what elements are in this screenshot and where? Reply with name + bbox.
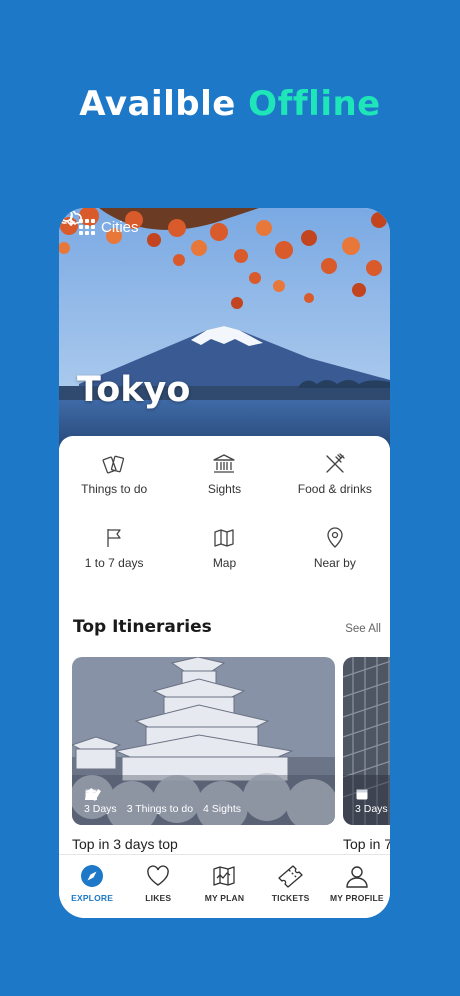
bottom-tab-bar: EXPLORE LIKES MY PLAN TICKETS MY PROFILE (59, 854, 390, 918)
tab-my-plan[interactable]: MY PLAN (192, 863, 256, 903)
itinerary-stats: 3 Days (355, 787, 388, 815)
tab-tickets[interactable]: TICKETS (259, 863, 323, 903)
city-title: Tokyo (77, 370, 191, 410)
tab-label: MY PLAN (204, 893, 245, 903)
heart-icon (146, 863, 170, 889)
compass-icon (80, 863, 104, 889)
tickets-icon (102, 452, 126, 476)
tab-my-profile[interactable]: MY PROFILE (325, 863, 389, 903)
fork-knife-icon (323, 452, 347, 476)
stat-label: 3 Days (84, 803, 117, 815)
tab-label: LIKES (145, 893, 172, 903)
tab-label: EXPLORE (71, 893, 114, 903)
category-grid: Things to do Sights Food & drinks 1 to 7… (59, 452, 390, 570)
stat-sights: 4 Sights (85, 787, 241, 815)
category-sights[interactable]: Sights (169, 452, 279, 496)
user-icon (345, 863, 369, 889)
category-label: Food & drinks (297, 482, 372, 496)
tab-label: TICKETS (271, 893, 310, 903)
stat-label: 3 Things to do (126, 803, 194, 815)
headline-main: Availble (79, 84, 236, 124)
stat-days: 3 Days (355, 787, 388, 815)
category-near-by[interactable]: Near by (280, 526, 390, 570)
category-label: Map (212, 556, 237, 570)
calendar-icon (355, 787, 388, 801)
category-label: 1 to 7 days (84, 556, 144, 570)
itinerary-caption[interactable]: Top in 3 days top (72, 836, 178, 852)
category-days[interactable]: 1 to 7 days (59, 526, 169, 570)
category-food-drinks[interactable]: Food & drinks (280, 452, 390, 496)
flag-icon (102, 526, 126, 550)
stat-label: 4 Sights (203, 803, 241, 815)
category-label: Things to do (81, 482, 148, 496)
itinerary-stats: 3 Days 3 Things to do 4 Sights (84, 787, 241, 815)
itinerary-caption[interactable]: Top in 7 (343, 836, 390, 852)
itinerary-card[interactable]: 3 Days 3 Things to do 4 Sights (72, 657, 335, 825)
landmark-icon (85, 787, 241, 801)
location-pin-icon (323, 526, 347, 550)
tickets-icon (85, 787, 193, 801)
stat-label: 3 Days (355, 803, 388, 815)
map-icon (212, 526, 236, 550)
category-label: Near by (313, 556, 356, 570)
stat-things-to-do: 3 Things to do (85, 787, 194, 815)
tab-likes[interactable]: LIKES (126, 863, 190, 903)
category-things-to-do[interactable]: Things to do (59, 452, 169, 496)
cities-label: Cities (101, 218, 139, 236)
headline-accent: Offline (248, 84, 381, 124)
promo-headline: Availble Offline (0, 84, 460, 124)
category-map[interactable]: Map (169, 526, 279, 570)
category-label: Sights (207, 482, 242, 496)
tab-label: MY PROFILE (329, 893, 384, 903)
itineraries-header: Top Itineraries See All (73, 617, 381, 637)
map-plan-icon (212, 863, 236, 889)
cities-button[interactable]: Cities (79, 219, 139, 236)
section-title: Top Itineraries (73, 617, 212, 637)
landmark-icon (212, 452, 236, 476)
itinerary-card[interactable]: 3 Days (343, 657, 390, 825)
phone-screen: Cities Tokyo Things to do Sights Food & … (59, 208, 390, 918)
hero-toolbar: Cities (59, 208, 390, 246)
ticket-icon (277, 863, 305, 889)
explore-content: Things to do Sights Food & drinks 1 to 7… (59, 436, 390, 856)
tab-explore[interactable]: EXPLORE (60, 863, 124, 903)
hero-image: Cities Tokyo (59, 208, 390, 448)
see-all-link[interactable]: See All (345, 623, 381, 635)
